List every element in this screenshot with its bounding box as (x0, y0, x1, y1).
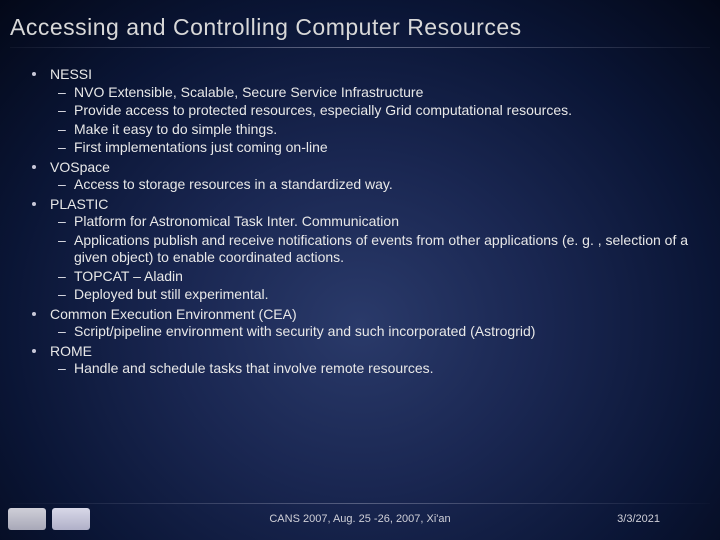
slide-footer: CANS 2007, Aug. 25 -26, 2007, Xi'an 3/3/… (0, 508, 720, 530)
sub-list-text: Applications publish and receive notific… (74, 232, 700, 267)
sub-list: –Script/pipeline environment with securi… (50, 323, 700, 341)
list-item-label: ROME (50, 343, 700, 361)
dash-icon: – (58, 102, 66, 118)
dash-icon: – (58, 268, 66, 284)
bullet-icon (32, 312, 36, 316)
dash-icon: – (58, 213, 66, 229)
sub-list-text: Platform for Astronomical Task Inter. Co… (74, 213, 700, 231)
sub-list: –NVO Extensible, Scalable, Secure Servic… (50, 84, 700, 157)
list-item: PLASTIC–Platform for Astronomical Task I… (50, 196, 700, 304)
footer-venue: CANS 2007, Aug. 25 -26, 2007, Xi'an (269, 513, 450, 525)
sub-list-text: Provide access to protected resources, e… (74, 102, 700, 120)
sub-list-item: –Platform for Astronomical Task Inter. C… (74, 213, 700, 231)
sub-list-item: –Access to storage resources in a standa… (74, 176, 700, 194)
sub-list-item: –Make it easy to do simple things. (74, 121, 700, 139)
sub-list-item: –NVO Extensible, Scalable, Secure Servic… (74, 84, 700, 102)
dash-icon: – (58, 84, 66, 100)
list-item: ROME–Handle and schedule tasks that invo… (50, 343, 700, 378)
sub-list-item: –Provide access to protected resources, … (74, 102, 700, 120)
dash-icon: – (58, 176, 66, 192)
bullet-icon (32, 349, 36, 353)
sub-list: –Access to storage resources in a standa… (50, 176, 700, 194)
footer-logos (0, 508, 90, 530)
sub-list-text: Deployed but still experimental. (74, 286, 700, 304)
list-item-label: Common Execution Environment (CEA) (50, 306, 700, 324)
sub-list-item: –Applications publish and receive notifi… (74, 232, 700, 267)
sub-list: –Platform for Astronomical Task Inter. C… (50, 213, 700, 304)
sub-list-text: Script/pipeline environment with securit… (74, 323, 700, 341)
dash-icon: – (58, 360, 66, 376)
list-item-label: VOSpace (50, 159, 700, 177)
sub-list-item: –First implementations just coming on-li… (74, 139, 700, 157)
list-item-label: PLASTIC (50, 196, 700, 214)
sub-list-text: First implementations just coming on-lin… (74, 139, 700, 157)
dash-icon: – (58, 139, 66, 155)
sub-list-item: –TOPCAT – Aladin (74, 268, 700, 286)
slide-body: NESSI–NVO Extensible, Scalable, Secure S… (0, 66, 720, 378)
logo-icon (8, 508, 46, 530)
sub-list-item: –Script/pipeline environment with securi… (74, 323, 700, 341)
sub-list-text: Access to storage resources in a standar… (74, 176, 700, 194)
list-item: NESSI–NVO Extensible, Scalable, Secure S… (50, 66, 700, 157)
dash-icon: – (58, 232, 66, 248)
dash-icon: – (58, 286, 66, 302)
list-item-label: NESSI (50, 66, 700, 84)
sub-list-item: –Handle and schedule tasks that involve … (74, 360, 700, 378)
bullet-icon (32, 72, 36, 76)
sub-list-text: Make it easy to do simple things. (74, 121, 700, 139)
logo-icon (52, 508, 90, 530)
dash-icon: – (58, 121, 66, 137)
dash-icon: – (58, 323, 66, 339)
slide-title: Accessing and Controlling Computer Resou… (0, 0, 720, 47)
bullet-icon (32, 202, 36, 206)
list-item: Common Execution Environment (CEA)–Scrip… (50, 306, 700, 341)
sub-list-text: TOPCAT – Aladin (74, 268, 700, 286)
list-item: VOSpace–Access to storage resources in a… (50, 159, 700, 194)
sub-list-text: Handle and schedule tasks that involve r… (74, 360, 700, 378)
sub-list: –Handle and schedule tasks that involve … (50, 360, 700, 378)
footer-divider (10, 503, 710, 504)
bullet-icon (32, 165, 36, 169)
title-divider (10, 47, 710, 48)
footer-date: 3/3/2021 (617, 513, 660, 525)
sub-list-item: –Deployed but still experimental. (74, 286, 700, 304)
sub-list-text: NVO Extensible, Scalable, Secure Service… (74, 84, 700, 102)
